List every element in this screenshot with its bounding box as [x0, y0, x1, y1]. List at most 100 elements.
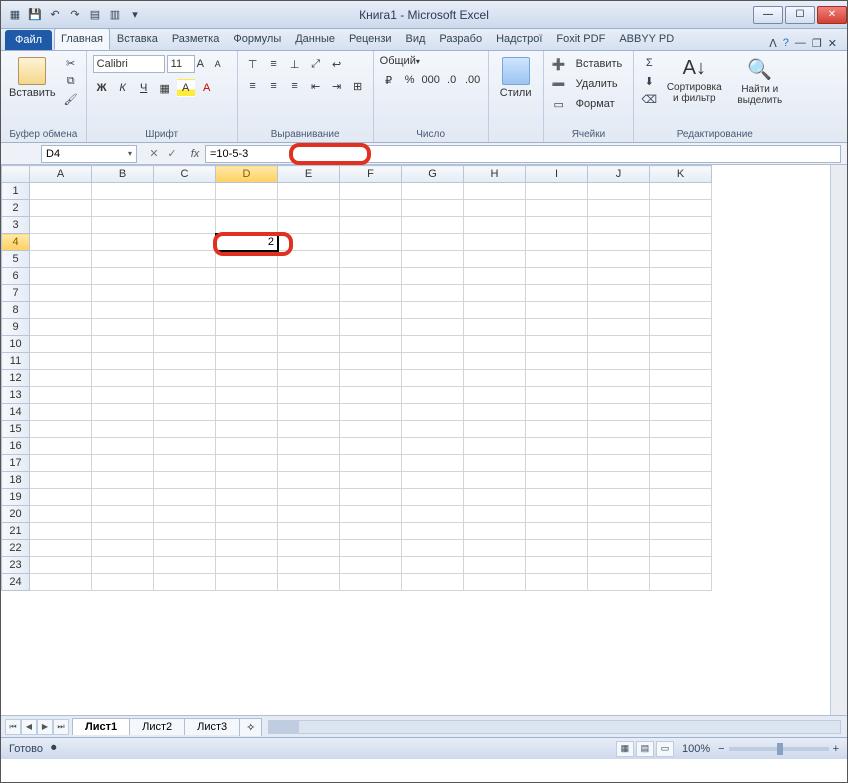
cell[interactable] [340, 472, 402, 489]
cell[interactable] [278, 506, 340, 523]
cell[interactable] [216, 370, 278, 387]
doc-close-icon[interactable]: ✕ [828, 37, 837, 50]
cell[interactable] [340, 370, 402, 387]
number-format-select[interactable]: Общий▾ [380, 55, 448, 67]
cell[interactable] [464, 404, 526, 421]
cell[interactable] [154, 523, 216, 540]
cell[interactable] [464, 234, 526, 251]
minimize-ribbon-icon[interactable]: ⴷ [769, 37, 777, 50]
horizontal-scrollbar[interactable] [268, 720, 841, 734]
cell[interactable] [588, 370, 650, 387]
paste-button[interactable]: Вставить [7, 55, 58, 101]
cell[interactable] [464, 540, 526, 557]
cell[interactable] [154, 574, 216, 591]
tab-layout[interactable]: Разметка [165, 28, 227, 50]
cell[interactable] [30, 540, 92, 557]
cell[interactable] [216, 404, 278, 421]
merge-icon[interactable]: ⊞ [349, 77, 367, 95]
cell[interactable] [464, 523, 526, 540]
underline-icon[interactable]: Ч [135, 79, 153, 97]
cell[interactable] [216, 268, 278, 285]
cell[interactable] [650, 353, 712, 370]
cell[interactable] [650, 251, 712, 268]
wrap-text-icon[interactable]: ↩ [328, 55, 346, 73]
undo-icon[interactable]: ↶ [47, 7, 63, 23]
cell[interactable] [526, 455, 588, 472]
cell[interactable] [464, 421, 526, 438]
row-header[interactable]: 1 [2, 183, 30, 200]
cell[interactable] [526, 404, 588, 421]
select-all-corner[interactable] [2, 166, 30, 183]
cell[interactable] [588, 557, 650, 574]
cell[interactable] [92, 268, 154, 285]
cell[interactable] [30, 455, 92, 472]
cell[interactable] [92, 438, 154, 455]
cell[interactable] [588, 404, 650, 421]
cell[interactable] [340, 353, 402, 370]
tab-insert[interactable]: Вставка [110, 28, 165, 50]
cell[interactable] [216, 285, 278, 302]
cell[interactable] [92, 455, 154, 472]
cell[interactable] [526, 217, 588, 234]
row-header[interactable]: 15 [2, 421, 30, 438]
cell[interactable] [30, 506, 92, 523]
fill-color-icon[interactable]: A [177, 79, 195, 97]
cell[interactable] [92, 200, 154, 217]
name-box[interactable]: D4 ▾ [41, 145, 137, 163]
cell[interactable] [216, 302, 278, 319]
sheet-nav-first-icon[interactable]: ⏮ [5, 719, 21, 735]
cell[interactable] [402, 421, 464, 438]
delete-cells-icon[interactable]: ➖ [550, 75, 568, 93]
zoom-level[interactable]: 100% [682, 743, 710, 755]
cell[interactable] [154, 234, 216, 251]
cell[interactable] [30, 523, 92, 540]
cell[interactable] [154, 251, 216, 268]
cell[interactable] [92, 387, 154, 404]
autosum-icon[interactable]: Σ [640, 55, 658, 71]
currency-icon[interactable]: ₽ [380, 71, 398, 89]
row-header[interactable]: 5 [2, 251, 30, 268]
cell[interactable] [402, 370, 464, 387]
cell[interactable] [650, 268, 712, 285]
row-header[interactable]: 7 [2, 285, 30, 302]
tab-home[interactable]: Главная [54, 28, 110, 50]
qat-icon[interactable]: ▥ [107, 7, 123, 23]
cell[interactable] [278, 268, 340, 285]
cell[interactable] [340, 251, 402, 268]
doc-restore-icon[interactable]: ❐ [812, 37, 822, 50]
minimize-button[interactable]: — [753, 6, 783, 24]
cell[interactable] [650, 557, 712, 574]
cell[interactable] [154, 336, 216, 353]
cell[interactable] [340, 506, 402, 523]
column-header[interactable]: J [588, 166, 650, 183]
row-header[interactable]: 16 [2, 438, 30, 455]
shrink-font-icon[interactable]: A [215, 59, 231, 69]
cell[interactable] [92, 506, 154, 523]
cell[interactable] [340, 523, 402, 540]
cell[interactable] [588, 387, 650, 404]
font-size-select[interactable]: 11 [167, 55, 195, 73]
row-header[interactable]: 8 [2, 302, 30, 319]
cell[interactable] [402, 574, 464, 591]
cell[interactable] [588, 506, 650, 523]
cell[interactable] [650, 540, 712, 557]
zoom-out-icon[interactable]: − [718, 743, 724, 755]
row-header[interactable]: 23 [2, 557, 30, 574]
cell[interactable] [154, 455, 216, 472]
border-icon[interactable]: ▦ [156, 79, 174, 97]
cell[interactable] [464, 353, 526, 370]
cell[interactable] [278, 540, 340, 557]
zoom-in-icon[interactable]: + [833, 743, 839, 755]
row-header[interactable]: 20 [2, 506, 30, 523]
cell[interactable] [526, 234, 588, 251]
save-icon[interactable]: 💾 [27, 7, 43, 23]
cell[interactable] [588, 472, 650, 489]
column-header[interactable]: C [154, 166, 216, 183]
cell[interactable] [588, 183, 650, 200]
tab-abbyy[interactable]: ABBYY PD [612, 28, 681, 50]
cell[interactable] [526, 506, 588, 523]
cell[interactable] [278, 472, 340, 489]
row-header[interactable]: 10 [2, 336, 30, 353]
cell[interactable] [464, 506, 526, 523]
cell[interactable] [464, 183, 526, 200]
